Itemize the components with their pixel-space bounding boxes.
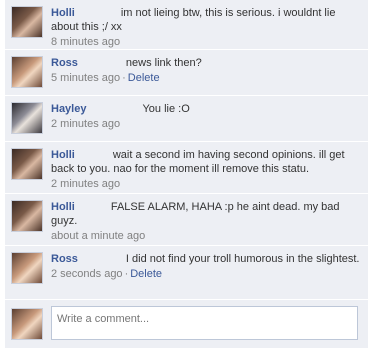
comment-body: Hayley You lie :O [51, 102, 362, 116]
comment-text: You lie :O [142, 103, 190, 115]
comment-body: Ross news link then? [51, 56, 362, 70]
timestamp[interactable]: about a minute ago [51, 230, 145, 242]
comment-text: FALSE ALARM, HAHA :p he aint dead. my ba… [51, 201, 340, 227]
comment-item: Hayley You lie :O 2 minutes ago [5, 96, 368, 142]
separator-dot: · [122, 72, 126, 84]
timestamp[interactable]: 2 seconds ago [51, 268, 123, 280]
avatar[interactable] [11, 102, 43, 134]
delete-link[interactable]: Delete [130, 268, 162, 280]
comment-item: Holli im not lieing btw, this is serious.… [5, 0, 368, 50]
comment-text: im not lieing btw, this is serious. i wo… [51, 7, 336, 33]
comment-body: Ross I did not find your troll humorous i… [51, 252, 362, 266]
comment-meta: about a minute ago [51, 228, 362, 244]
avatar[interactable] [11, 252, 43, 284]
comment-body: Holli im not lieing btw, this is serious.… [51, 6, 362, 34]
comment-text: news link then? [125, 57, 202, 69]
comment-meta: 5 minutes ago · Delete [51, 70, 362, 86]
comment-meta: 2 minutes ago [51, 116, 362, 132]
avatar[interactable] [11, 148, 43, 180]
comment-meta: 8 minutes ago [51, 34, 362, 50]
comment-meta: 2 seconds ago · Delete [51, 266, 362, 282]
timestamp[interactable]: 5 minutes ago [51, 72, 120, 84]
comment-input-placeholder: Write a comment... [57, 313, 150, 325]
comment-item: Holli wait a second im having second opin… [5, 142, 368, 194]
comment-composer: Write a comment... [5, 300, 368, 348]
comment-input[interactable]: Write a comment... [51, 306, 358, 340]
timestamp[interactable]: 2 minutes ago [51, 178, 120, 190]
author-link[interactable]: Holli [51, 7, 75, 19]
comment-text: wait a second im having second opinions.… [51, 149, 345, 175]
avatar[interactable] [11, 200, 43, 232]
comment-body: Holli FALSE ALARM, HAHA :p he aint dead. … [51, 200, 362, 228]
comment-text: I did not find your troll humorous in th… [125, 253, 360, 265]
author-link[interactable]: Hayley [51, 103, 86, 115]
avatar[interactable] [11, 56, 43, 88]
author-link[interactable]: Ross [51, 57, 78, 69]
comment-item: Holli FALSE ALARM, HAHA :p he aint dead. … [5, 194, 368, 246]
comment-item: Ross I did not find your troll humorous i… [5, 246, 368, 300]
comment-thread: Holli im not lieing btw, this is serious.… [5, 0, 368, 348]
comment-meta: 2 minutes ago [51, 176, 362, 192]
avatar[interactable] [11, 6, 43, 38]
delete-link[interactable]: Delete [128, 72, 160, 84]
avatar [11, 308, 43, 340]
comment-body: Holli wait a second im having second opin… [51, 148, 362, 176]
comment-item: Ross news link then? 5 minutes ago · Delete [5, 50, 368, 96]
timestamp[interactable]: 2 minutes ago [51, 118, 120, 130]
author-link[interactable]: Holli [51, 201, 75, 213]
author-link[interactable]: Holli [51, 149, 75, 161]
timestamp[interactable]: 8 minutes ago [51, 36, 120, 48]
author-link[interactable]: Ross [51, 253, 78, 265]
